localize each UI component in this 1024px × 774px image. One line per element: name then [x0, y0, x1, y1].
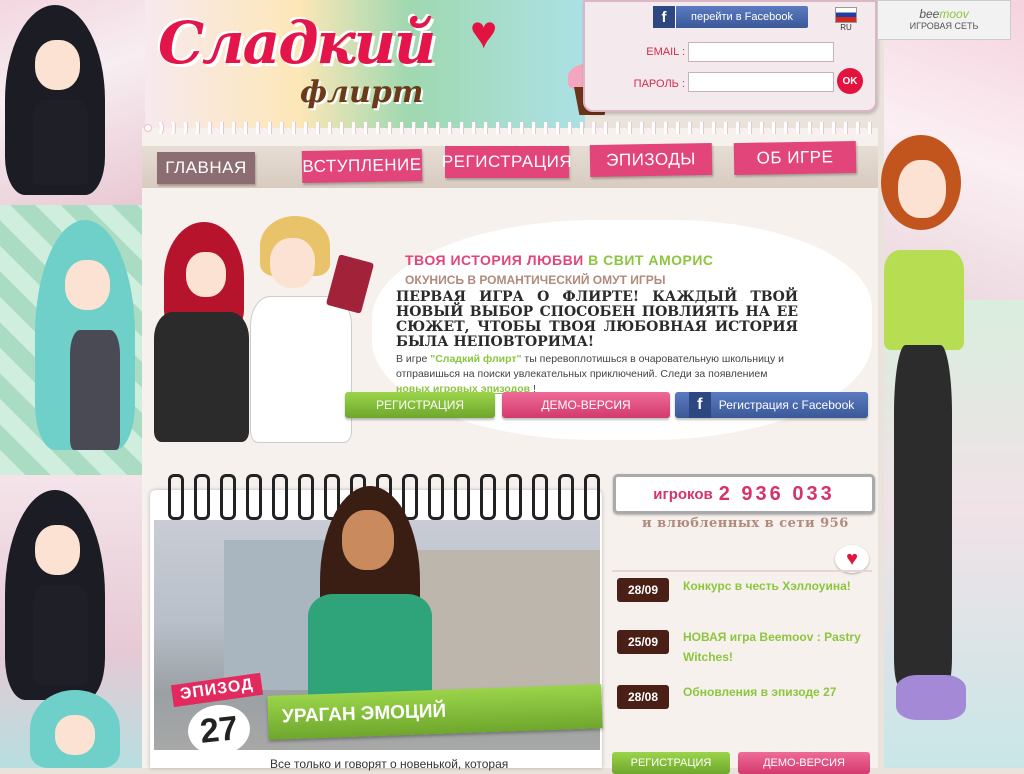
hero-text-start: В игре	[396, 353, 431, 365]
hero-description: В игре "Сладкий флирт" ты перевоплотишьс…	[396, 352, 798, 397]
email-field[interactable]	[688, 42, 834, 62]
hero-demo-button[interactable]: ДЕМО-ВЕРСИЯ	[502, 392, 670, 418]
facebook-link-button[interactable]: f перейти в Facebook	[653, 6, 808, 28]
spiral-ring	[480, 474, 496, 520]
nav-item-about[interactable]: ОБ ИГРЕ	[733, 140, 857, 176]
anime-character-left-top	[5, 5, 115, 205]
news-date: 28/09	[617, 578, 669, 602]
hero-character-red-hair	[144, 222, 254, 447]
hero-heading: ПЕРВАЯ ИГРА О ФЛИРТЕ! КАЖДЫЙ ТВОЙ НОВЫЙ …	[396, 289, 798, 350]
language-selector[interactable]: RU	[835, 7, 857, 32]
spiral-ring	[558, 474, 574, 520]
online-count: и влюбленных в сети 956	[642, 516, 849, 531]
facebook-icon: f	[688, 392, 711, 418]
spiral-ring	[220, 474, 236, 520]
anime-character-left-bottom	[5, 490, 115, 710]
email-label: EMAIL :	[646, 46, 685, 58]
login-ok-button[interactable]: OK	[837, 68, 863, 94]
site-logo[interactable]: Сладкий флирт ♥ ♥	[150, 5, 647, 130]
russia-flag-icon	[835, 7, 857, 23]
news-item-link[interactable]: Обновления в эпизоде 27	[683, 682, 868, 702]
anime-character-left-mid	[30, 220, 140, 460]
spiral-ring	[272, 474, 288, 520]
players-label: игроков	[653, 485, 713, 503]
nav-item-home[interactable]: ГЛАВНАЯ	[157, 152, 255, 184]
lace-border	[142, 122, 878, 134]
hero-facebook-register-button[interactable]: f Регистрация с Facebook	[675, 392, 868, 418]
facebook-icon: f	[653, 6, 676, 28]
players-count: 2 936 033	[718, 482, 835, 505]
spiral-ring	[194, 474, 210, 520]
anime-character-right-girl	[876, 135, 976, 735]
news-divider	[612, 570, 872, 572]
language-code: RU	[840, 23, 852, 32]
hero-register-button[interactable]: РЕГИСТРАЦИЯ	[345, 392, 495, 418]
nav-item-episodes[interactable]: ЭПИЗОДЫ	[589, 142, 713, 178]
hero-facebook-register-label: Регистрация с Facebook	[718, 398, 855, 412]
spiral-ring	[506, 474, 522, 520]
beemoov-logo-prefix: bee	[919, 7, 940, 21]
news-date: 25/09	[617, 630, 669, 654]
anime-character-left-corner	[20, 690, 130, 768]
hero-subtagline: ОКУНИСЬ В РОМАНТИЧЕСКИЙ ОМУТ ИГРЫ	[405, 273, 666, 287]
book-icon	[325, 254, 375, 314]
beemoov-logo-suffix: moov	[939, 7, 969, 21]
spiral-ring	[454, 474, 470, 520]
news-item-link[interactable]: НОВАЯ игра Beemoov : Pastry Witches!	[683, 627, 868, 667]
logo-subtitle: флирт	[300, 75, 424, 110]
login-box: f перейти в Facebook RU EMAIL : ПАРОЛЬ :…	[583, 0, 877, 112]
news-date: 28/08	[617, 685, 669, 709]
password-field[interactable]	[688, 72, 834, 92]
hero-tagline: ТВОЯ ИСТОРИЯ ЛЮБВИ В СВИТ АМОРИС	[405, 252, 714, 268]
heart-icon: ♥	[835, 545, 869, 573]
news-item-link[interactable]: Конкурс в честь Хэллоуина!	[683, 576, 868, 596]
episode-badge: ЭПИЗОД 27	[158, 672, 268, 765]
hero-tagline-part1: ТВОЯ ИСТОРИЯ ЛЮБВИ	[405, 252, 589, 268]
side-demo-button[interactable]: ДЕМО-ВЕРСИЯ	[738, 752, 870, 774]
facebook-link-label: перейти в Facebook	[691, 11, 793, 23]
episode-number: 27	[185, 701, 253, 759]
episode-character-girl	[300, 486, 440, 706]
password-label: ПАРОЛЬ :	[633, 78, 685, 90]
spiral-ring	[532, 474, 548, 520]
side-register-button[interactable]: РЕГИСТРАЦИЯ	[612, 752, 730, 774]
logo-title: Сладкий	[158, 9, 436, 77]
nav-item-intro[interactable]: ВСТУПЛЕНИЕ	[301, 148, 423, 184]
hero-tagline-part2: В СВИТ АМОРИС	[588, 252, 714, 268]
players-counter: игроков 2 936 033	[613, 474, 875, 514]
spiral-ring	[168, 474, 184, 520]
spiral-ring	[584, 474, 600, 520]
episode-description: Все только и говорят о новенькой, котора…	[270, 757, 509, 771]
hero-game-name: "Сладкий флирт"	[430, 353, 522, 365]
spiral-ring	[246, 474, 262, 520]
nav-item-register[interactable]: РЕГИСТРАЦИЯ	[442, 146, 572, 178]
sneakers	[896, 675, 966, 720]
beemoov-network-link[interactable]: beemoov ИГРОВАЯ СЕТЬ	[877, 0, 1011, 40]
network-label: ИГРОВАЯ СЕТЬ	[909, 21, 979, 31]
beemoov-logo: beemoov	[878, 7, 1010, 21]
heart-icon: ♥	[470, 6, 498, 58]
episode-label: ЭПИЗОД	[170, 672, 263, 708]
